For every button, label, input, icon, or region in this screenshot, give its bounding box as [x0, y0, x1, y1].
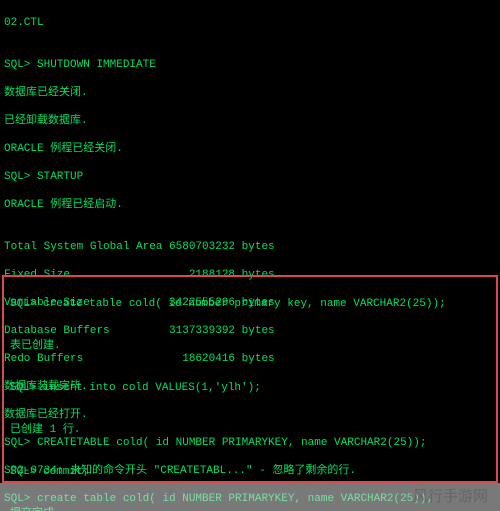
watermark-text: 风行手游网 [413, 490, 488, 504]
term-line: SQL> commit; [10, 465, 490, 479]
terminal-output-highlighted: SQL> create table cold( id number primar… [6, 281, 494, 511]
term-line: SQL> insert into cold VALUES(1,'ylh'); [10, 381, 490, 395]
term-line: 02.CTL [4, 16, 496, 30]
term-line: 已创建 1 行. [10, 423, 490, 437]
highlight-box: SQL> create table cold( id number primar… [2, 275, 498, 483]
term-line: SQL> create table cold( id number primar… [10, 297, 490, 311]
term-line: 表已创建. [10, 339, 490, 353]
term-line: Total System Global Area 6580703232 byte… [4, 240, 496, 254]
term-line: ORACLE 例程已经关闭. [4, 142, 496, 156]
term-line: ORACLE 例程已经启动. [4, 198, 496, 212]
term-line: SQL> STARTUP [4, 170, 496, 184]
term-line: 数据库已经关闭. [4, 86, 496, 100]
watermark-footer: 风行手游网 [0, 483, 500, 511]
term-line: SQL> SHUTDOWN IMMEDIATE [4, 58, 496, 72]
term-line: 已经卸载数据库. [4, 114, 496, 128]
